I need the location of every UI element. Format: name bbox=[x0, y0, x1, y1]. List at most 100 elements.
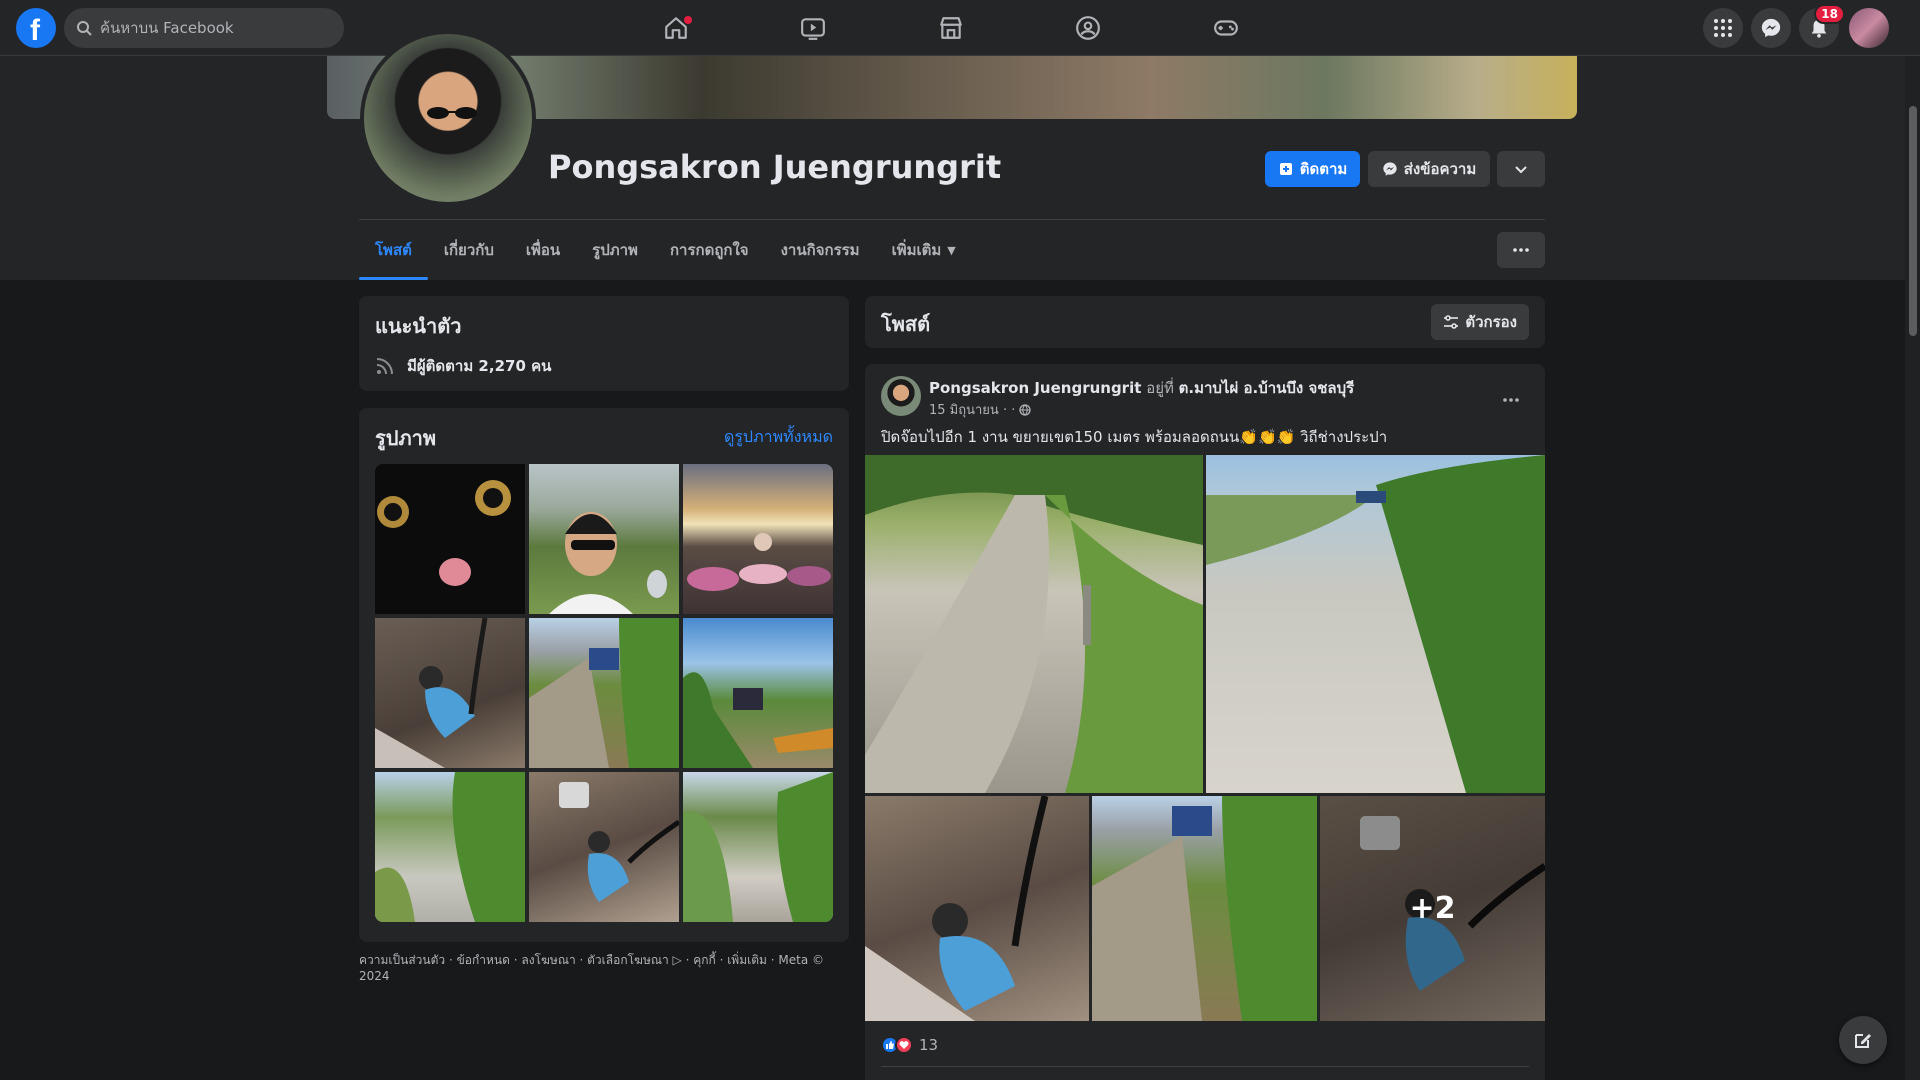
post-photo-1[interactable] bbox=[865, 455, 1203, 793]
tab-posts[interactable]: โพสต์ bbox=[359, 220, 428, 280]
tab-about[interactable]: เกี่ยวกับ bbox=[428, 220, 510, 280]
profile-picture[interactable] bbox=[360, 30, 536, 206]
table-graphic bbox=[687, 533, 831, 591]
page-scrollbar[interactable] bbox=[1905, 56, 1920, 1080]
photo-thumbnail[interactable] bbox=[683, 772, 833, 922]
rss-followers-icon bbox=[376, 358, 393, 375]
tab-more[interactable]: เพิ่มเติม ▼ bbox=[876, 220, 972, 280]
search-input[interactable] bbox=[100, 19, 320, 37]
nav-gaming-button[interactable] bbox=[1170, 4, 1282, 52]
tab-likes[interactable]: การกดถูกใจ bbox=[654, 220, 765, 280]
caret-down-icon: ▼ bbox=[947, 243, 956, 257]
tab-label: การกดถูกใจ bbox=[669, 241, 749, 259]
tabs-more-button[interactable] bbox=[1497, 232, 1545, 268]
photo-thumbnail[interactable] bbox=[529, 618, 679, 768]
tab-label: งานกิจกรรม bbox=[780, 241, 860, 259]
photo-thumbnail[interactable] bbox=[375, 618, 525, 768]
photo-thumbnail[interactable] bbox=[375, 772, 525, 922]
posts-header-card: โพสต์ ตัวกรอง bbox=[865, 296, 1545, 348]
new-message-button[interactable] bbox=[1839, 1016, 1887, 1064]
road-excavator-graphic bbox=[683, 672, 833, 768]
post-header: Pongsakron Juengrungrit อยู่ที่ ต.มาบไผ่… bbox=[929, 376, 1354, 400]
chevron-down-icon bbox=[1515, 166, 1527, 174]
footer-links[interactable]: ความเป็นส่วนตัว · ข้อกำหนด · ลงโฆษณา · ต… bbox=[359, 952, 849, 984]
profile-name: Pongsakron Juengrungrit bbox=[548, 148, 1002, 186]
photo-thumbnail[interactable] bbox=[683, 464, 833, 614]
post-author-avatar[interactable] bbox=[881, 376, 921, 416]
photo-thumbnail[interactable] bbox=[375, 464, 525, 614]
gaming-icon bbox=[1214, 20, 1238, 36]
menu-button[interactable] bbox=[1703, 8, 1743, 48]
post-photo-4[interactable] bbox=[1092, 796, 1317, 1021]
see-all-photos-link[interactable]: ดูรูปภาพทั้งหมด bbox=[724, 425, 833, 450]
scrollbar-thumb[interactable] bbox=[1909, 106, 1917, 336]
facebook-logo-icon[interactable]: f bbox=[16, 8, 56, 48]
intro-card: แนะนำตัว มีผู้ติดตาม 2,270 คน bbox=[359, 296, 849, 391]
excavator-graphic bbox=[529, 618, 679, 768]
message-button[interactable]: ส่งข้อความ bbox=[1368, 151, 1490, 187]
photo-thumbnail[interactable] bbox=[529, 464, 679, 614]
gravel-road-graphic bbox=[375, 772, 525, 922]
messenger-button[interactable] bbox=[1751, 8, 1791, 48]
followers-row: มีผู้ติดตาม 2,270 คน bbox=[375, 354, 551, 378]
tab-photos[interactable]: รูปภาพ bbox=[576, 220, 654, 280]
love-reaction-icon bbox=[895, 1036, 913, 1054]
svg-text:f: f bbox=[30, 14, 41, 47]
top-navigation-bar: f 18 bbox=[0, 0, 1920, 56]
worker-graphic bbox=[375, 618, 488, 768]
gravel-road-graphic bbox=[1206, 455, 1545, 793]
filter-sliders-icon bbox=[1444, 315, 1459, 329]
photo-thumbnail[interactable] bbox=[529, 772, 679, 922]
compose-icon bbox=[1855, 1034, 1871, 1048]
excavator-graphic bbox=[1092, 796, 1317, 1021]
photo-thumbnail[interactable] bbox=[683, 618, 833, 768]
intro-title: แนะนำตัว bbox=[375, 314, 462, 338]
sunglasses-graphic bbox=[427, 107, 477, 119]
messenger-icon bbox=[1761, 18, 1781, 38]
post-divider bbox=[881, 1066, 1529, 1067]
video-icon bbox=[801, 18, 825, 40]
profile-options-dropdown[interactable] bbox=[1497, 151, 1545, 187]
nav-home-button[interactable] bbox=[620, 4, 732, 52]
post-card: Pongsakron Juengrungrit อยู่ที่ ต.มาบไผ่… bbox=[865, 364, 1545, 1080]
follow-label: ติดตาม bbox=[1299, 160, 1348, 178]
reactions-summary[interactable]: 13 bbox=[881, 1036, 938, 1054]
post-date[interactable]: 15 มิถุนายน · · bbox=[929, 399, 1015, 420]
post-options-button[interactable] bbox=[1493, 382, 1529, 418]
followers-text: มีผู้ติดตาม 2,270 คน bbox=[407, 357, 552, 375]
post-photo-2[interactable] bbox=[1206, 455, 1545, 793]
selfie-graphic bbox=[549, 512, 667, 614]
worker-pipe-graphic bbox=[559, 782, 679, 902]
photos-card: รูปภาพ ดูรูปภาพทั้งหมด bbox=[359, 408, 849, 942]
post-photo-5[interactable]: +2 bbox=[1320, 796, 1545, 1021]
more-horizontal-icon bbox=[1513, 248, 1529, 252]
road-graphic bbox=[683, 772, 833, 922]
search-box[interactable] bbox=[64, 8, 344, 48]
nav-video-button[interactable] bbox=[757, 4, 869, 52]
tab-events[interactable]: งานกิจกรรม bbox=[765, 220, 876, 280]
post-photo-3[interactable] bbox=[865, 796, 1089, 1021]
tab-friends[interactable]: เพื่อน bbox=[510, 220, 576, 280]
groups-icon bbox=[1076, 16, 1100, 40]
photos-title: รูปภาพ bbox=[375, 426, 437, 450]
filter-button[interactable]: ตัวกรอง bbox=[1431, 304, 1529, 340]
notifications-button[interactable]: 18 bbox=[1799, 4, 1845, 48]
post-author[interactable]: Pongsakron Juengrungrit bbox=[929, 379, 1141, 397]
nav-groups-button[interactable] bbox=[1032, 4, 1144, 52]
follow-icon bbox=[1279, 163, 1292, 175]
post-at-word: อยู่ที่ bbox=[1146, 379, 1174, 397]
follow-button[interactable]: ติดตาม bbox=[1265, 151, 1360, 187]
notification-count-badge: 18 bbox=[1814, 4, 1845, 24]
nav-marketplace-button[interactable] bbox=[895, 4, 1007, 52]
worker-trench-graphic bbox=[865, 796, 1049, 1021]
gravel-road-graphic bbox=[865, 455, 1203, 793]
post-location[interactable]: ต.มาบไผ่ อ.บ้านบึง จชลบุรี bbox=[1179, 379, 1355, 397]
search-icon bbox=[77, 21, 92, 36]
more-photos-overlay[interactable]: +2 bbox=[1320, 796, 1545, 1021]
globe-icon bbox=[1019, 403, 1031, 416]
messenger-icon bbox=[1383, 162, 1397, 176]
tab-label: เพิ่มเติม bbox=[891, 241, 942, 259]
account-avatar[interactable] bbox=[1849, 8, 1889, 48]
profile-tabs: โพสต์ เกี่ยวกับ เพื่อน รูปภาพ การกดถูกใจ… bbox=[359, 220, 972, 280]
post-text: ปิดจ๊อบไปอีก 1 งาน ขยายเขต150 เมตร พร้อม… bbox=[881, 428, 1388, 446]
